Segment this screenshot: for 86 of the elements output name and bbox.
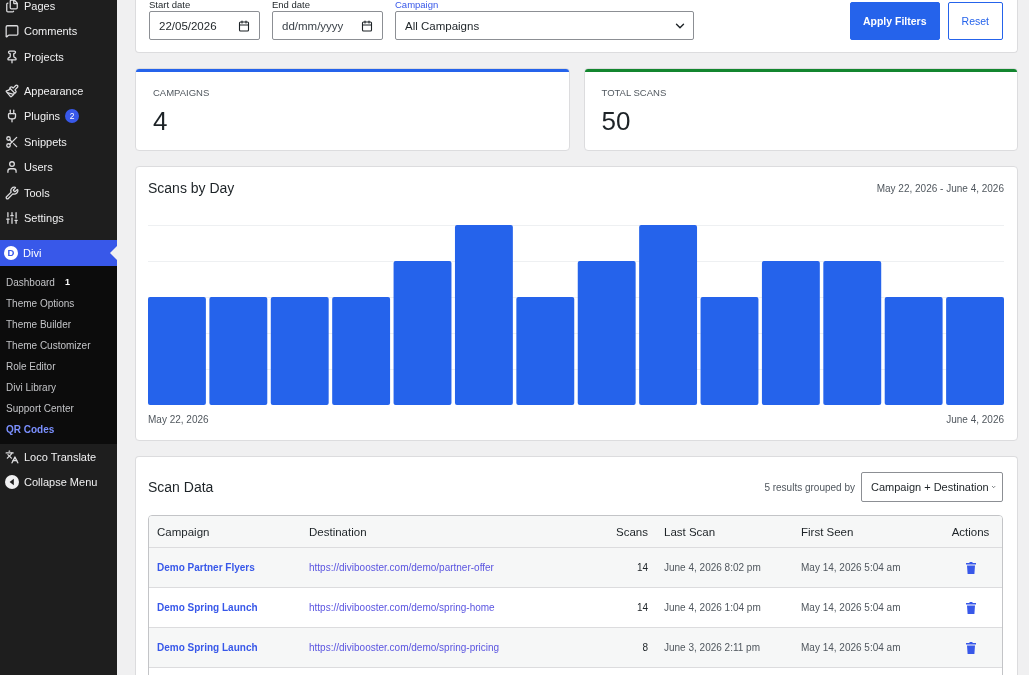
calendar-icon	[361, 19, 373, 32]
date-field[interactable]: dd/mm/yyyy	[272, 11, 383, 40]
pointer-arrow-icon	[110, 245, 117, 260]
apply-filters-button[interactable]: Apply Filters	[849, 2, 940, 40]
sidebar-item[interactable]: D Divi	[0, 239, 117, 266]
trash-icon	[965, 561, 976, 574]
field-label: Start date	[149, 0, 192, 10]
column-header: First Seen	[793, 516, 936, 548]
sliders-icon	[4, 211, 19, 226]
destination-link[interactable]: https://divibooster.com/demo/spring-home	[309, 602, 495, 613]
stat-label: CAMPAIGNS	[153, 87, 211, 98]
first-seen-time: May 14, 2026 5:04 am	[801, 562, 901, 573]
date-placeholder: dd/mm/yyyy	[282, 19, 344, 32]
submenu-item[interactable]: Divi Library	[0, 376, 117, 398]
stat-value: 50	[601, 106, 632, 136]
date-field[interactable]: 22/05/2026	[149, 11, 260, 40]
sidebar-item[interactable]: Comments	[0, 18, 117, 44]
column-header: Scans	[601, 516, 656, 548]
wrench-icon	[4, 185, 19, 200]
update-count-badge: 2	[65, 109, 80, 124]
letter-logo: D	[4, 245, 18, 260]
first-seen-time: May 14, 2026 5:04 am	[801, 642, 901, 653]
sidebar-item[interactable]: Projects	[0, 44, 117, 70]
sidebar-item[interactable]: Plugins 2	[0, 103, 117, 129]
select-value: Campaign + Destination	[871, 481, 989, 493]
submenu-item[interactable]: QR Codes	[0, 418, 117, 440]
submenu-item[interactable]: Support Center	[0, 397, 117, 419]
last-scan-time: June 4, 2026 1:04 pm	[664, 602, 761, 613]
scissors-icon	[4, 134, 19, 149]
sidebar-item[interactable]: Pages	[0, 0, 117, 19]
scan-count: 14	[636, 562, 648, 573]
submenu-item[interactable]: Theme Customizer	[0, 334, 117, 356]
campaign-select[interactable]: All Campaigns	[395, 11, 694, 40]
trash-icon	[965, 601, 976, 614]
first-seen-time: May 14, 2026 5:04 am	[801, 602, 901, 613]
reset-button[interactable]: Reset	[947, 2, 1003, 40]
user-icon	[4, 160, 19, 175]
translate-icon	[4, 449, 19, 464]
select-value: All Campaigns	[405, 19, 480, 32]
paintbrush-icon	[4, 83, 19, 98]
delete-button[interactable]	[965, 601, 976, 614]
sidebar-item[interactable]: Appearance	[0, 78, 117, 104]
submenu-item[interactable]: Theme Options	[0, 292, 117, 314]
sidebar-item[interactable]: Users	[0, 154, 117, 180]
start-date-label: May 22, 2026	[148, 414, 209, 426]
campaign-link[interactable]: Demo Spring Launch	[157, 602, 258, 613]
field-label: End date	[272, 0, 312, 10]
scan-count: 14	[636, 602, 648, 613]
sidebar-item[interactable]: Loco Translate	[0, 444, 117, 470]
submenu-item[interactable]: Role Editor	[0, 355, 117, 377]
stat-label: TOTAL SCANS	[601, 87, 668, 98]
sidebar-item[interactable]: Settings	[0, 205, 117, 231]
sidebar-item[interactable]: Snippets	[0, 129, 117, 155]
stat-value: 4	[153, 106, 169, 136]
collapse-menu-button[interactable]: Collapse Menu	[0, 469, 117, 495]
collapse-icon	[4, 475, 19, 490]
delete-button[interactable]	[965, 641, 976, 654]
column-header: Actions	[936, 516, 1002, 548]
group-by-select[interactable]: Campaign + Destination	[861, 472, 1003, 502]
campaign-link[interactable]: Demo Partner Flyers	[157, 562, 255, 573]
campaign-link[interactable]: Demo Spring Launch	[157, 642, 258, 653]
results-label: 5 results grouped by	[764, 481, 855, 493]
last-scan-time: June 4, 2026 8:02 pm	[664, 562, 761, 573]
last-scan-time: June 3, 2026 2:11 pm	[664, 642, 760, 653]
trash-icon	[965, 641, 976, 654]
pin-icon	[4, 49, 19, 64]
delete-button[interactable]	[965, 561, 976, 574]
destination-link[interactable]: https://divibooster.com/demo/spring-pricing	[309, 642, 500, 653]
calendar-icon	[238, 19, 250, 32]
update-count: 1	[64, 277, 70, 287]
chart-title: Scans by Day	[148, 180, 235, 196]
scan-count: 8	[642, 642, 648, 653]
destination-link[interactable]: https://divibooster.com/demo/partner-offer	[309, 562, 494, 573]
submenu-item[interactable]: Dashboard 1	[0, 271, 117, 293]
speech-bubble-icon	[4, 24, 19, 39]
sidebar-item[interactable]: Tools	[0, 180, 117, 206]
date-range: May 22, 2026 - June 4, 2026	[876, 182, 1004, 194]
pages-icon	[4, 0, 19, 13]
submenu-item[interactable]: Theme Builder	[0, 313, 117, 335]
column-header: Destination	[301, 516, 601, 548]
column-header: Campaign	[149, 516, 301, 548]
date-value: 22/05/2026	[159, 19, 217, 32]
column-header: Last Scan	[656, 516, 793, 548]
section-title: Scan Data	[148, 479, 214, 495]
end-date-label: June 4, 2026	[946, 414, 1004, 426]
field-label: Campaign	[395, 0, 440, 10]
